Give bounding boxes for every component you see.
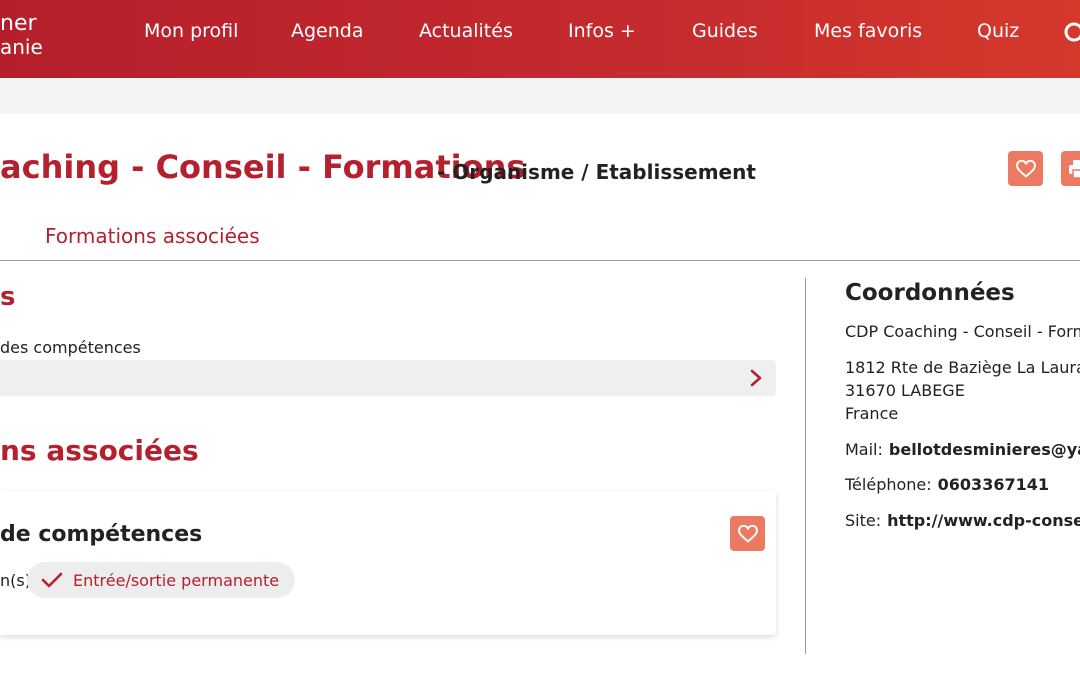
contact-address-line-2: 31670 LABEGE bbox=[845, 381, 965, 400]
contact-heading: Coordonnées bbox=[845, 280, 1015, 306]
nav-item-mes-favoris[interactable]: Mes favoris bbox=[814, 20, 922, 42]
phone-value[interactable]: 0603367141 bbox=[938, 475, 1049, 494]
section-1-label: des compétences bbox=[0, 338, 141, 357]
favorite-button[interactable] bbox=[1008, 151, 1043, 186]
phone-label: Téléphone: bbox=[845, 475, 932, 494]
site-label: Site: bbox=[845, 511, 882, 530]
tag-entree-sortie: Entrée/sortie permanente bbox=[27, 562, 296, 598]
chevron-right-icon bbox=[750, 369, 762, 387]
logo-line-2: anie bbox=[0, 35, 43, 59]
contact-name: CDP Coaching - Conseil - Format bbox=[845, 322, 1080, 341]
contact-phone: Téléphone: 0603367141 bbox=[845, 475, 1049, 494]
card-favorite-button[interactable] bbox=[730, 516, 765, 551]
mail-value[interactable]: bellotdesminieres@yahoo bbox=[889, 440, 1080, 459]
search-icon[interactable] bbox=[1062, 20, 1080, 50]
nav-item-guides[interactable]: Guides bbox=[692, 20, 758, 42]
nav-item-actualites[interactable]: Actualités bbox=[419, 20, 513, 42]
heart-icon bbox=[737, 524, 758, 542]
contact-mail: Mail: bellotdesminieres@yahoo bbox=[845, 440, 1080, 459]
card-title: de compétences bbox=[0, 522, 203, 547]
top-navigation-bar: ner anie Mon profil Agenda Actualités In… bbox=[0, 0, 1080, 78]
tag-label: Entrée/sortie permanente bbox=[73, 570, 280, 590]
nav-item-agenda[interactable]: Agenda bbox=[291, 20, 364, 42]
check-icon bbox=[41, 572, 63, 588]
print-button[interactable] bbox=[1061, 151, 1080, 186]
section-heading-1: s bbox=[0, 282, 16, 312]
printer-icon bbox=[1068, 159, 1080, 179]
formation-card[interactable]: de compétences n(s) Entrée/sortie perman… bbox=[0, 491, 776, 635]
accordion-row[interactable] bbox=[0, 360, 776, 396]
site-link[interactable]: http://www.cdp-conseil.fr bbox=[887, 511, 1080, 530]
logo-line-1: ner bbox=[0, 11, 37, 36]
nav-item-infos[interactable]: Infos + bbox=[568, 20, 636, 42]
nav-item-mon-profil[interactable]: Mon profil bbox=[144, 20, 238, 42]
grey-band bbox=[0, 78, 1080, 114]
section-heading-formations: ns associées bbox=[0, 434, 199, 467]
tab-divider bbox=[0, 260, 1080, 261]
heart-icon bbox=[1015, 159, 1036, 177]
column-divider bbox=[805, 278, 806, 654]
mail-label: Mail: bbox=[845, 440, 883, 459]
nav-item-quiz[interactable]: Quiz bbox=[977, 20, 1019, 42]
tab-formations-associees[interactable]: Formations associées bbox=[45, 224, 260, 248]
contact-site: Site: http://www.cdp-conseil.fr bbox=[845, 511, 1080, 530]
contact-country: France bbox=[845, 404, 899, 423]
contact-address-line-1: 1812 Rte de Baziège La Lauragai bbox=[845, 358, 1080, 377]
page-subtitle: - Organisme / Etablissement bbox=[437, 160, 756, 184]
